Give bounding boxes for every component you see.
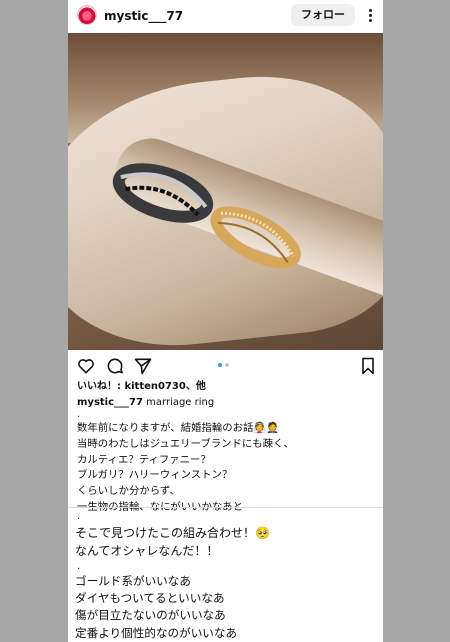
comment-icon[interactable] bbox=[105, 356, 125, 376]
post-header: mystic___77 フォロー bbox=[68, 0, 383, 32]
heart-icon[interactable] bbox=[76, 356, 96, 376]
follow-button[interactable]: フォロー bbox=[291, 4, 355, 26]
likes-line[interactable]: いいね！: kitten0730、他 bbox=[77, 380, 206, 394]
body-dot-2: . bbox=[77, 561, 81, 572]
instagram-post: mystic___77 フォロー いいね！: kitten0730、他 myst… bbox=[68, 0, 383, 642]
avatar[interactable] bbox=[77, 5, 97, 25]
caption-body-3: ゴールド系がいいなあ ダイヤもついてるといいなあ 傷が目立たないのがいいなあ 定… bbox=[75, 574, 238, 640]
more-vertical-icon[interactable] bbox=[363, 5, 377, 25]
send-icon[interactable] bbox=[133, 356, 153, 376]
body-dot: . bbox=[77, 511, 81, 522]
rings-illustration bbox=[112, 163, 301, 269]
caption-username[interactable]: mystic___77 bbox=[77, 397, 143, 408]
post-username[interactable]: mystic___77 bbox=[104, 8, 183, 24]
caption-body-2: そこで見つけたこの組み合わせ！🥺 なんてオシャレなんだ！！ bbox=[75, 526, 270, 558]
carousel-indicator bbox=[218, 363, 229, 367]
bookmark-icon[interactable] bbox=[358, 356, 378, 376]
carousel-dot-active bbox=[218, 363, 222, 367]
caption-dot: . bbox=[77, 409, 81, 420]
caption-line: mystic___77 marriage ring bbox=[77, 396, 377, 410]
caption-text: marriage ring bbox=[146, 397, 215, 408]
carousel-dot bbox=[225, 363, 229, 367]
divider bbox=[68, 507, 383, 508]
caption-body-1: 数年前になりますが、結婚指輪のお話👰🤵 当時のわたしはジュエリーブランドにも疎く… bbox=[77, 422, 294, 513]
post-photo[interactable] bbox=[68, 33, 383, 350]
